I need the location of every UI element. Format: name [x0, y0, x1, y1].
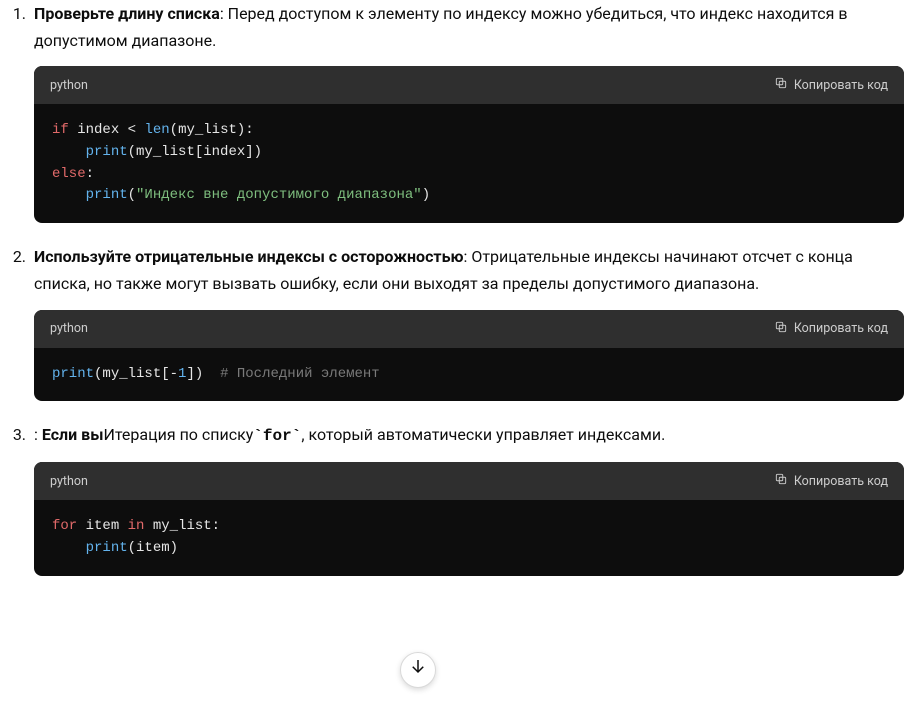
code-block-2: python Копировать код print(my_list[-1])… — [34, 310, 904, 402]
tok: ( — [128, 540, 136, 556]
copy-label: Копировать код — [794, 474, 888, 489]
tok — [69, 122, 77, 138]
tok: ( — [128, 187, 136, 203]
item-3-prefix: : — [34, 425, 42, 444]
tok: for — [52, 518, 77, 534]
tok: ] — [245, 144, 253, 160]
item-3-text: : Если выИтерация по списку`for`, которы… — [34, 421, 904, 450]
tok: : — [212, 518, 220, 534]
list-item-1: Проверьте длину списка: Перед доступом к… — [30, 0, 904, 223]
tok: < — [128, 122, 136, 138]
tok — [52, 187, 86, 203]
tok: my_list — [178, 122, 237, 138]
tok: len — [144, 122, 169, 138]
tok: item — [136, 540, 170, 556]
code-block-3: python Копировать код for item in my_lis… — [34, 462, 904, 575]
code-lang-label: python — [50, 472, 88, 491]
tok: : — [245, 122, 253, 138]
code-header: python Копировать код — [34, 66, 904, 104]
tok: : — [86, 166, 94, 182]
tok — [52, 144, 86, 160]
arrow-down-icon — [409, 656, 427, 683]
item-2-bold: Используйте отрицательные индексы с осто… — [34, 247, 464, 266]
tok: in — [128, 518, 145, 534]
tok: print — [86, 144, 128, 160]
copy-code-button[interactable]: Копировать код — [774, 74, 888, 96]
list-item-2: Используйте отрицательные индексы с осто… — [30, 243, 904, 401]
tok: ( — [170, 122, 178, 138]
code-header: python Копировать код — [34, 462, 904, 500]
tok: my_list — [153, 518, 212, 534]
tok — [52, 540, 86, 556]
item-1-bold: Проверьте длину списка — [34, 4, 220, 23]
tok: "Индекс вне допустимого диапазона" — [136, 187, 422, 203]
item-3-bold: Если вы — [42, 425, 104, 444]
ordered-list: Проверьте длину списка: Перед доступом к… — [0, 0, 918, 576]
tok: ) — [422, 187, 430, 203]
tok: print — [86, 187, 128, 203]
item-3-mid: Итерация по списку — [103, 425, 253, 444]
tok — [119, 122, 127, 138]
tok: print — [86, 540, 128, 556]
tok — [144, 518, 152, 534]
copy-icon — [774, 76, 788, 94]
tok: [ — [195, 144, 203, 160]
tok — [203, 366, 220, 382]
tok: ) — [170, 540, 178, 556]
tok: else — [52, 166, 86, 182]
tok: my_list — [102, 366, 161, 382]
tok: index — [77, 122, 119, 138]
list-item-3: : Если выИтерация по списку`for`, которы… — [30, 421, 904, 576]
copy-icon — [774, 472, 788, 490]
tok: # Последний элемент — [220, 366, 380, 382]
tok: [ — [161, 366, 169, 382]
item-3-after: , который автоматически управляет индекс… — [301, 425, 665, 444]
copy-icon — [774, 320, 788, 338]
copy-label: Копировать код — [794, 321, 888, 336]
code-lang-label: python — [50, 76, 88, 95]
code-body-3[interactable]: for item in my_list: print(item) — [34, 500, 904, 575]
copy-code-button[interactable]: Копировать код — [774, 470, 888, 492]
copy-label: Копировать код — [794, 78, 888, 93]
code-block-1: python Копировать код if index < len(my_… — [34, 66, 904, 223]
tok — [119, 518, 127, 534]
copy-code-button[interactable]: Копировать код — [774, 318, 888, 340]
item-2-text: Используйте отрицательные индексы с осто… — [34, 243, 904, 297]
tok: my_list — [136, 144, 195, 160]
tok: - — [170, 366, 178, 382]
code-lang-label: python — [50, 319, 88, 338]
item-3-code-word: `for` — [253, 427, 301, 445]
tok: ) — [195, 366, 203, 382]
tok: ( — [128, 144, 136, 160]
scroll-down-button[interactable] — [400, 652, 436, 688]
item-1-text: Проверьте длину списка: Перед доступом к… — [34, 0, 904, 54]
tok: ) — [254, 144, 262, 160]
tok: print — [52, 366, 94, 382]
tok: ] — [186, 366, 194, 382]
code-header: python Копировать код — [34, 310, 904, 348]
tok: item — [86, 518, 120, 534]
code-body-2[interactable]: print(my_list[-1]) # Последний элемент — [34, 348, 904, 402]
tok: if — [52, 122, 69, 138]
tok: index — [203, 144, 245, 160]
tok — [77, 518, 85, 534]
code-body-1[interactable]: if index < len(my_list): print(my_list[i… — [34, 104, 904, 223]
